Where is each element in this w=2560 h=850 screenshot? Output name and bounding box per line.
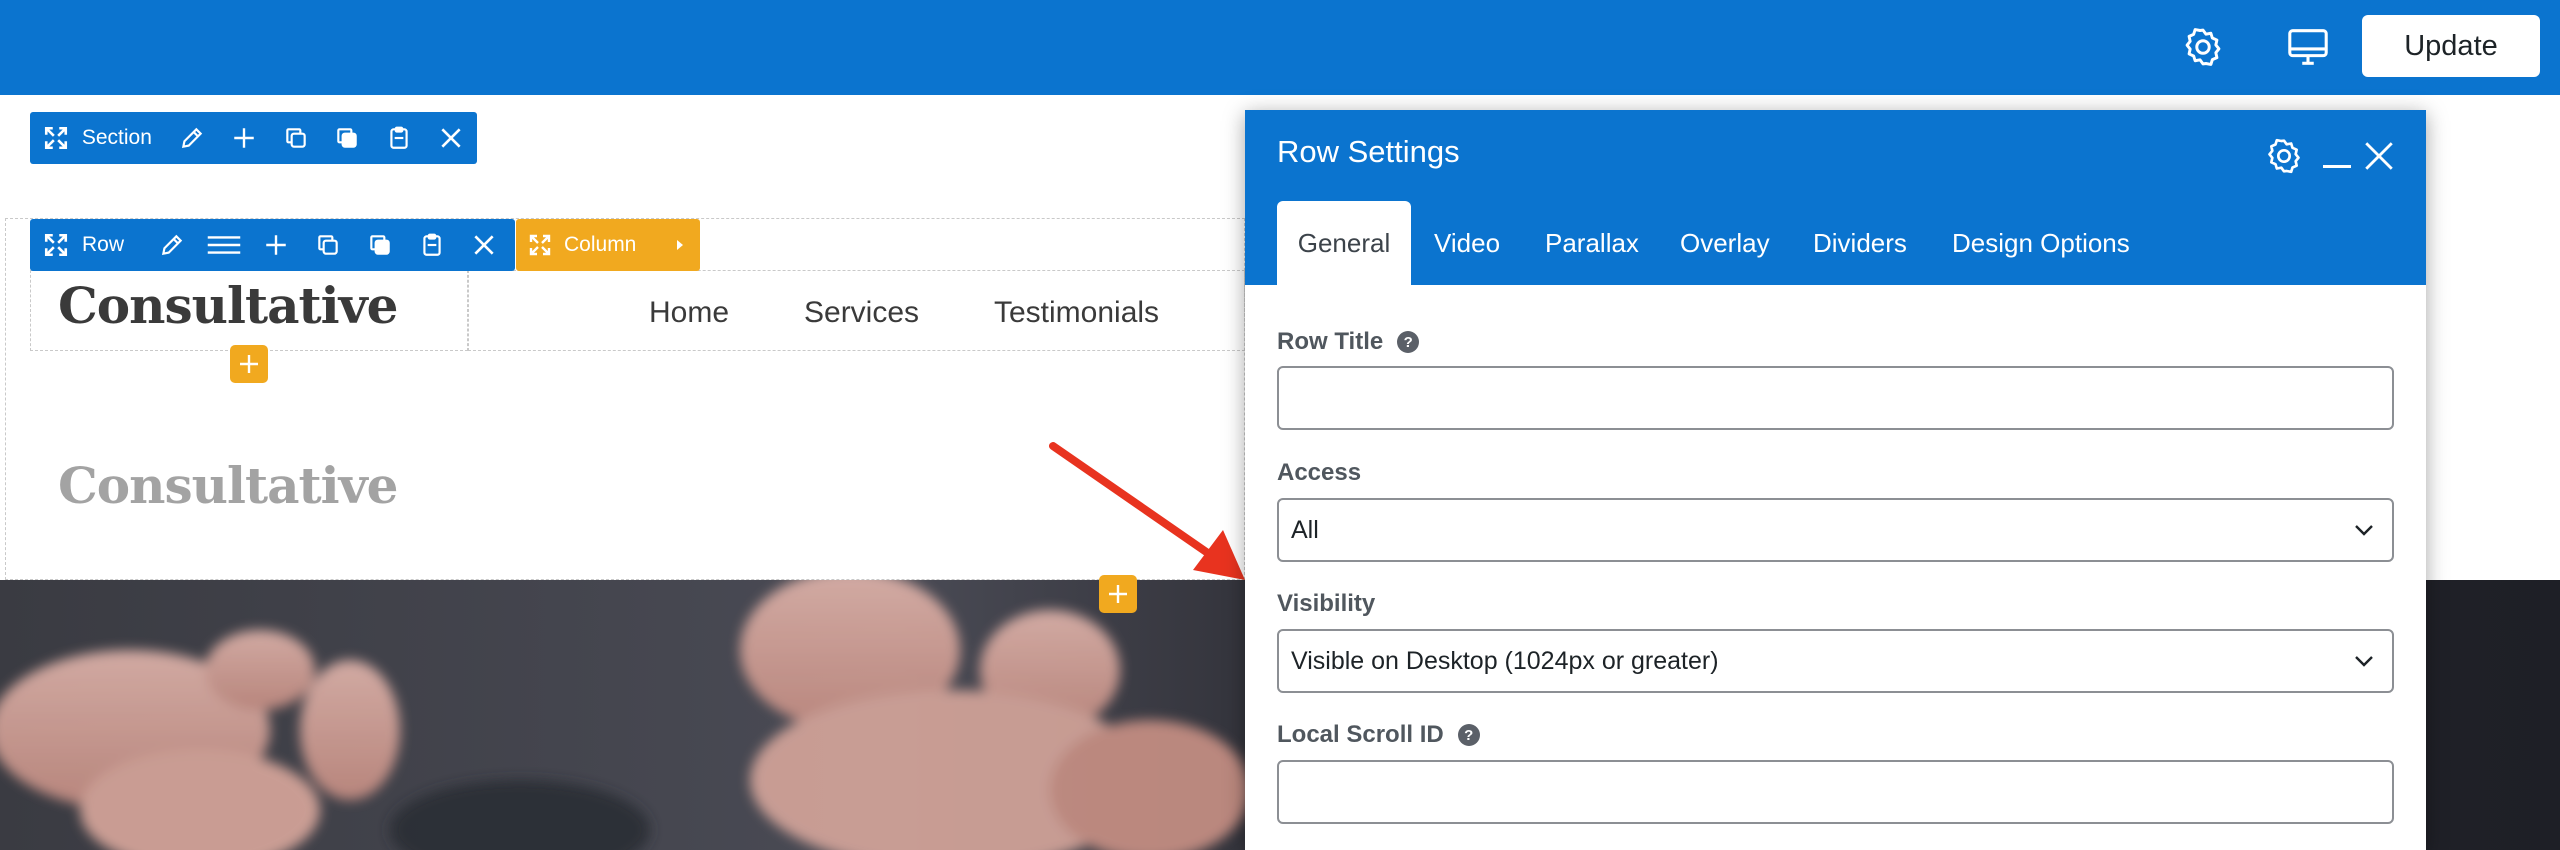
hero-heading: Consultative [58, 456, 398, 515]
section-label: Section [81, 126, 152, 149]
chevron-right-icon[interactable] [660, 219, 700, 271]
row-title-label-text: Row Title [1277, 328, 1384, 355]
nav-testimonials[interactable]: Testimonials [994, 296, 1159, 330]
top-toolbar: Update [0, 0, 2560, 95]
minimize-icon[interactable] [2317, 134, 2357, 178]
panel-header: Row Settings General Video Parallax Over… [1245, 110, 2426, 285]
site-logo[interactable]: Consultative [58, 276, 398, 335]
paste-icon[interactable] [406, 219, 458, 271]
section-toolbar: Section [30, 112, 477, 164]
gear-icon[interactable] [2262, 134, 2306, 178]
row-title-label: Row Title ? [1277, 328, 1420, 356]
row-settings-panel: Row Settings General Video Parallax Over… [1245, 110, 2426, 850]
add-element-button[interactable] [230, 345, 268, 383]
close-icon[interactable] [2357, 134, 2401, 178]
copy-icon[interactable] [321, 112, 373, 164]
expand-icon[interactable] [30, 219, 82, 271]
nav-home[interactable]: Home [649, 296, 729, 330]
visibility-label-text: Visibility [1277, 590, 1376, 617]
access-select-value: All [1291, 515, 1319, 544]
red-arrow-annotation [1049, 442, 1245, 580]
access-label: Access [1277, 459, 1361, 487]
layout-icon[interactable] [198, 219, 250, 271]
visibility-label: Visibility [1277, 590, 1375, 618]
chevron-down-icon [2355, 656, 2373, 667]
pencil-icon[interactable] [166, 112, 218, 164]
close-icon[interactable] [425, 112, 477, 164]
tab-dividers[interactable]: Dividers [1813, 201, 1907, 285]
tab-design-options[interactable]: Design Options [1952, 201, 2130, 285]
scroll-id-label: Local Scroll ID ? [1277, 721, 1480, 749]
help-icon[interactable]: ? [1397, 331, 1420, 353]
update-button[interactable]: Update [2362, 15, 2540, 77]
visibility-select-value: Visible on Desktop (1024px or greater) [1291, 646, 1719, 675]
column-toolbar: Column [516, 219, 700, 271]
desktop-icon[interactable] [2281, 20, 2335, 74]
gear-icon[interactable] [2176, 20, 2230, 74]
duplicate-icon[interactable] [302, 219, 354, 271]
chevron-down-icon [2355, 525, 2373, 536]
help-icon[interactable]: ? [1457, 724, 1480, 746]
row-label: Row [82, 233, 125, 256]
close-icon[interactable] [458, 219, 510, 271]
pencil-icon[interactable] [146, 219, 198, 271]
tab-video[interactable]: Video [1434, 201, 1500, 285]
expand-icon[interactable] [516, 219, 564, 271]
plus-icon[interactable] [250, 219, 302, 271]
paste-icon[interactable] [373, 112, 425, 164]
access-select[interactable]: All [1277, 498, 2394, 562]
tab-parallax[interactable]: Parallax [1545, 201, 1639, 285]
tab-general[interactable]: General [1277, 201, 1411, 285]
column-label: Column [564, 233, 637, 256]
tab-overlay[interactable]: Overlay [1680, 201, 1770, 285]
plus-icon[interactable] [218, 112, 270, 164]
row-toolbar: Row [30, 219, 515, 271]
access-label-text: Access [1277, 459, 1362, 486]
copy-icon[interactable] [354, 219, 406, 271]
nav-services[interactable]: Services [804, 296, 919, 330]
panel-title: Row Settings [1277, 134, 1460, 169]
duplicate-icon[interactable] [270, 112, 322, 164]
scroll-id-input[interactable] [1277, 760, 2394, 824]
visibility-select[interactable]: Visible on Desktop (1024px or greater) [1277, 629, 2394, 693]
expand-icon[interactable] [30, 112, 82, 164]
row-title-input[interactable] [1277, 366, 2394, 430]
scroll-id-label-text: Local Scroll ID [1277, 721, 1444, 748]
